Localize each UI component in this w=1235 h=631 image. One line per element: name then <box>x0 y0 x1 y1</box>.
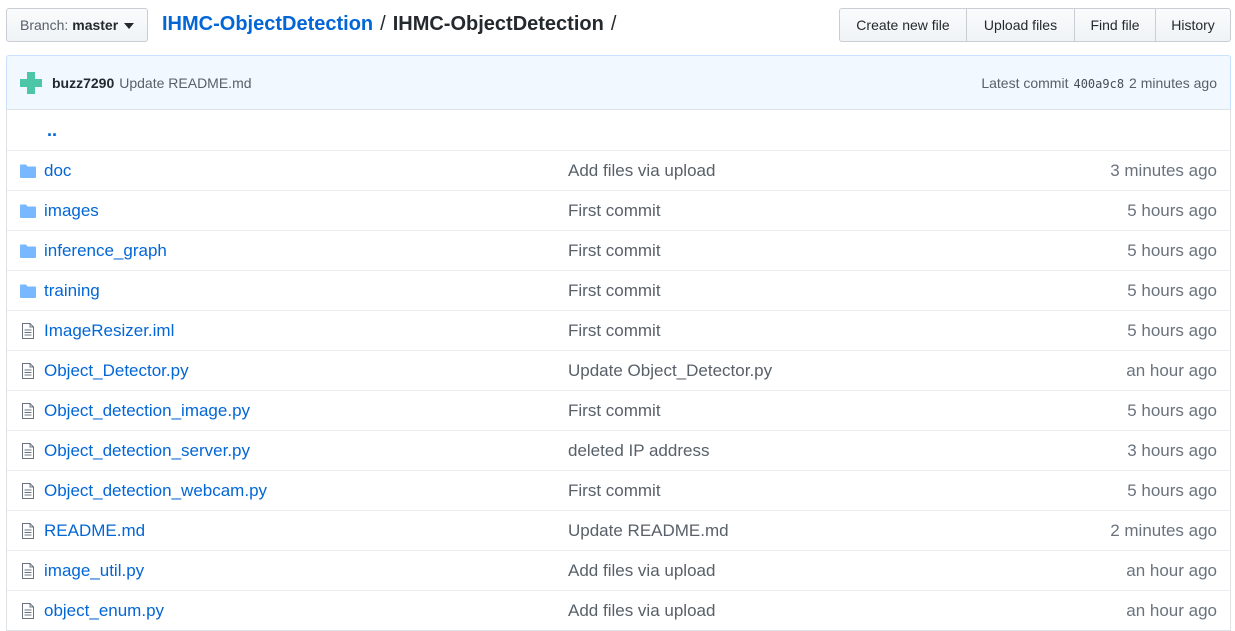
find-file-button[interactable]: Find file <box>1074 8 1156 42</box>
commit-meta: Latest commit 400a9c8 2 minutes ago <box>981 75 1217 91</box>
file-row: doc Add files via upload 3 minutes ago <box>7 150 1230 190</box>
branch-select-button[interactable]: Branch: master <box>6 8 148 42</box>
folder-icon <box>19 203 37 219</box>
commit-age: 5 hours ago <box>1127 200 1217 220</box>
file-icon <box>19 603 37 619</box>
file-row: image_util.py Add files via upload an hour… <box>7 550 1230 590</box>
file-link[interactable]: ImageResizer.iml <box>44 321 174 341</box>
commit-age: an hour ago <box>1126 560 1217 580</box>
commit-message-link[interactable]: Add files via upload <box>568 161 715 181</box>
file-link[interactable]: Object_Detector.py <box>44 361 189 381</box>
folder-icon <box>19 243 37 259</box>
breadcrumb-repo-link[interactable]: IHMC-ObjectDetection <box>162 13 373 36</box>
commit-message-link[interactable]: First commit <box>568 201 661 221</box>
commit-age: 2 minutes ago <box>1110 520 1217 540</box>
file-link[interactable]: Object_detection_webcam.py <box>44 481 267 501</box>
file-row: Object_detection_server.py deleted IP add… <box>7 430 1230 470</box>
latest-commit-label: Latest commit <box>981 74 1069 91</box>
create-new-file-button[interactable]: Create new file <box>839 8 967 42</box>
file-icon <box>19 323 37 339</box>
file-row: inference_graph First commit 5 hours ago <box>7 230 1230 270</box>
commit-sha-link[interactable]: 400a9c8 <box>1073 77 1124 91</box>
file-row: README.md Update README.md 2 minutes ago <box>7 510 1230 550</box>
commit-message-link[interactable]: First commit <box>568 241 661 261</box>
commit-message-link[interactable]: Update Object_Detector.py <box>568 361 772 381</box>
commit-message-link[interactable]: First commit <box>568 281 661 301</box>
commit-author-link[interactable]: buzz7290 <box>52 75 114 91</box>
commit-age: 3 minutes ago <box>1110 160 1217 180</box>
commit-message-link[interactable]: First commit <box>568 481 661 501</box>
file-row: Object_detection_image.py First commit 5 h… <box>7 390 1230 430</box>
commit-message-link[interactable]: Update README.md <box>119 75 251 91</box>
breadcrumb-trailing-separator: / <box>610 13 617 35</box>
file-row: object_enum.py Add files via upload an hou… <box>7 590 1230 630</box>
file-icon <box>19 363 37 379</box>
file-row: Object_Detector.py Update Object_Detector… <box>7 350 1230 390</box>
commit-time: 2 minutes ago <box>1129 74 1217 91</box>
commit-age: 5 hours ago <box>1127 400 1217 420</box>
commit-message-link[interactable]: Add files via upload <box>568 561 715 581</box>
folder-icon <box>19 283 37 299</box>
parent-directory-row[interactable]: .. <box>7 110 1230 150</box>
commit-message-link[interactable]: deleted IP address <box>568 441 709 461</box>
commit-age: an hour ago <box>1126 600 1217 620</box>
commit-message-link[interactable]: First commit <box>568 321 661 341</box>
file-link[interactable]: image_util.py <box>44 561 144 581</box>
history-button[interactable]: History <box>1155 8 1231 42</box>
commit-age: 5 hours ago <box>1127 320 1217 340</box>
latest-commit-bar: buzz7290 Update README.md Latest commit … <box>6 55 1231 110</box>
directory-link[interactable]: images <box>44 201 99 221</box>
folder-icon <box>19 163 37 179</box>
file-row: Object_detection_webcam.py First commit 5 … <box>7 470 1230 510</box>
branch-name: master <box>72 17 119 33</box>
directory-link[interactable]: inference_graph <box>44 241 167 261</box>
file-navigation: Branch: master IHMC-ObjectDetection / IH… <box>6 8 1231 43</box>
commit-age: an hour ago <box>1126 360 1217 380</box>
file-actions-group: Create new file Upload files Find file H… <box>839 8 1231 42</box>
parent-directory-link[interactable]: .. <box>47 120 57 141</box>
commit-message-link[interactable]: Add files via upload <box>568 601 715 621</box>
file-icon <box>19 563 37 579</box>
file-row: training First commit 5 hours ago <box>7 270 1230 310</box>
directory-link[interactable]: training <box>44 281 100 301</box>
upload-files-button[interactable]: Upload files <box>966 8 1075 42</box>
commit-age: 5 hours ago <box>1127 480 1217 500</box>
commit-message-link[interactable]: Update README.md <box>568 521 729 541</box>
file-link[interactable]: README.md <box>44 521 145 541</box>
branch-label: Branch: <box>20 17 69 33</box>
avatar[interactable] <box>20 71 42 94</box>
breadcrumb: IHMC-ObjectDetection / IHMC-ObjectDetect… <box>162 13 623 36</box>
breadcrumb-separator: / <box>380 13 386 35</box>
file-icon <box>19 483 37 499</box>
file-row: ImageResizer.iml First commit 5 hours ago <box>7 310 1230 350</box>
file-icon <box>19 403 37 419</box>
file-link[interactable]: object_enum.py <box>44 601 164 621</box>
directory-link[interactable]: doc <box>44 161 71 181</box>
file-icon <box>19 443 37 459</box>
file-link[interactable]: Object_detection_image.py <box>44 401 250 421</box>
caret-down-icon <box>124 22 135 29</box>
file-icon <box>19 523 37 539</box>
file-row: images First commit 5 hours ago <box>7 190 1230 230</box>
commit-age: 3 hours ago <box>1127 440 1217 460</box>
file-list-table: .. doc Add files via upload 3 minutes ago i… <box>6 109 1231 631</box>
commit-message-link[interactable]: First commit <box>568 401 661 421</box>
commit-age: 5 hours ago <box>1127 280 1217 300</box>
commit-age: 5 hours ago <box>1127 240 1217 260</box>
file-link[interactable]: Object_detection_server.py <box>44 441 250 461</box>
breadcrumb-current-folder: IHMC-ObjectDetection <box>392 13 604 35</box>
